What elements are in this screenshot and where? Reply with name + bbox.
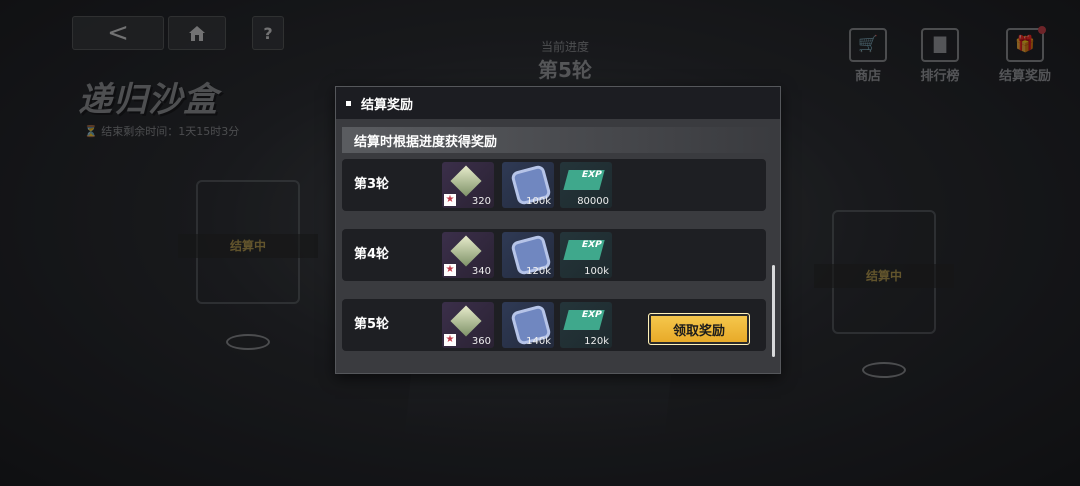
row-label: 第3轮 xyxy=(354,177,390,192)
reward-row: 第5轮 ★ 360 140k EXP 120k 领取奖励 xyxy=(342,299,766,351)
reward-item-chip[interactable]: 100k xyxy=(502,162,554,208)
reward-item-gem[interactable]: ★ 320 xyxy=(442,162,494,208)
modal-title: 结算奖励 xyxy=(361,97,414,113)
item-count: 80000 xyxy=(577,196,609,207)
star-icon: ★ xyxy=(444,334,456,346)
exp-icon: EXP xyxy=(563,240,605,260)
item-count: 320 xyxy=(471,196,491,207)
scrollbar[interactable] xyxy=(772,265,775,357)
item-count: 340 xyxy=(471,266,491,277)
reward-list[interactable]: 第3轮 ★ 320 100k EXP 80000 第4轮 ★ 340 120k EXP… xyxy=(342,159,766,369)
item-count: 100k xyxy=(526,196,551,207)
modal-subtitle: 结算时根据进度获得奖励 xyxy=(342,127,774,153)
reward-modal: 结算奖励 结算时根据进度获得奖励 第3轮 ★ 320 100k EXP 80000 … xyxy=(335,86,781,374)
reward-item-gem[interactable]: ★ 360 xyxy=(442,302,494,348)
reward-item-chip[interactable]: 140k xyxy=(502,302,554,348)
reward-item-chip[interactable]: 120k xyxy=(502,232,554,278)
exp-icon: EXP xyxy=(563,170,605,190)
item-count: 140k xyxy=(526,336,551,347)
star-icon: ★ xyxy=(444,264,456,276)
gem-icon xyxy=(450,305,482,337)
item-count: 100k xyxy=(584,266,609,277)
reward-row: 第3轮 ★ 320 100k EXP 80000 xyxy=(342,159,766,211)
gem-icon xyxy=(450,235,482,267)
exp-icon: EXP xyxy=(563,310,605,330)
claim-reward-button[interactable]: 领取奖励 xyxy=(648,313,750,345)
row-label: 第5轮 xyxy=(354,317,390,332)
reward-row: 第4轮 ★ 340 120k EXP 100k xyxy=(342,229,766,281)
reward-item-exp[interactable]: EXP 80000 xyxy=(560,162,612,208)
item-count: 360 xyxy=(471,336,491,347)
modal-header: 结算奖励 xyxy=(336,87,780,119)
row-label: 第4轮 xyxy=(354,247,390,262)
item-count: 120k xyxy=(584,336,609,347)
gem-icon xyxy=(450,165,482,197)
reward-item-gem[interactable]: ★ 340 xyxy=(442,232,494,278)
star-icon: ★ xyxy=(444,194,456,206)
reward-item-exp[interactable]: EXP 100k xyxy=(560,232,612,278)
reward-item-exp[interactable]: EXP 120k xyxy=(560,302,612,348)
bullet-icon xyxy=(346,100,351,106)
item-count: 120k xyxy=(526,266,551,277)
